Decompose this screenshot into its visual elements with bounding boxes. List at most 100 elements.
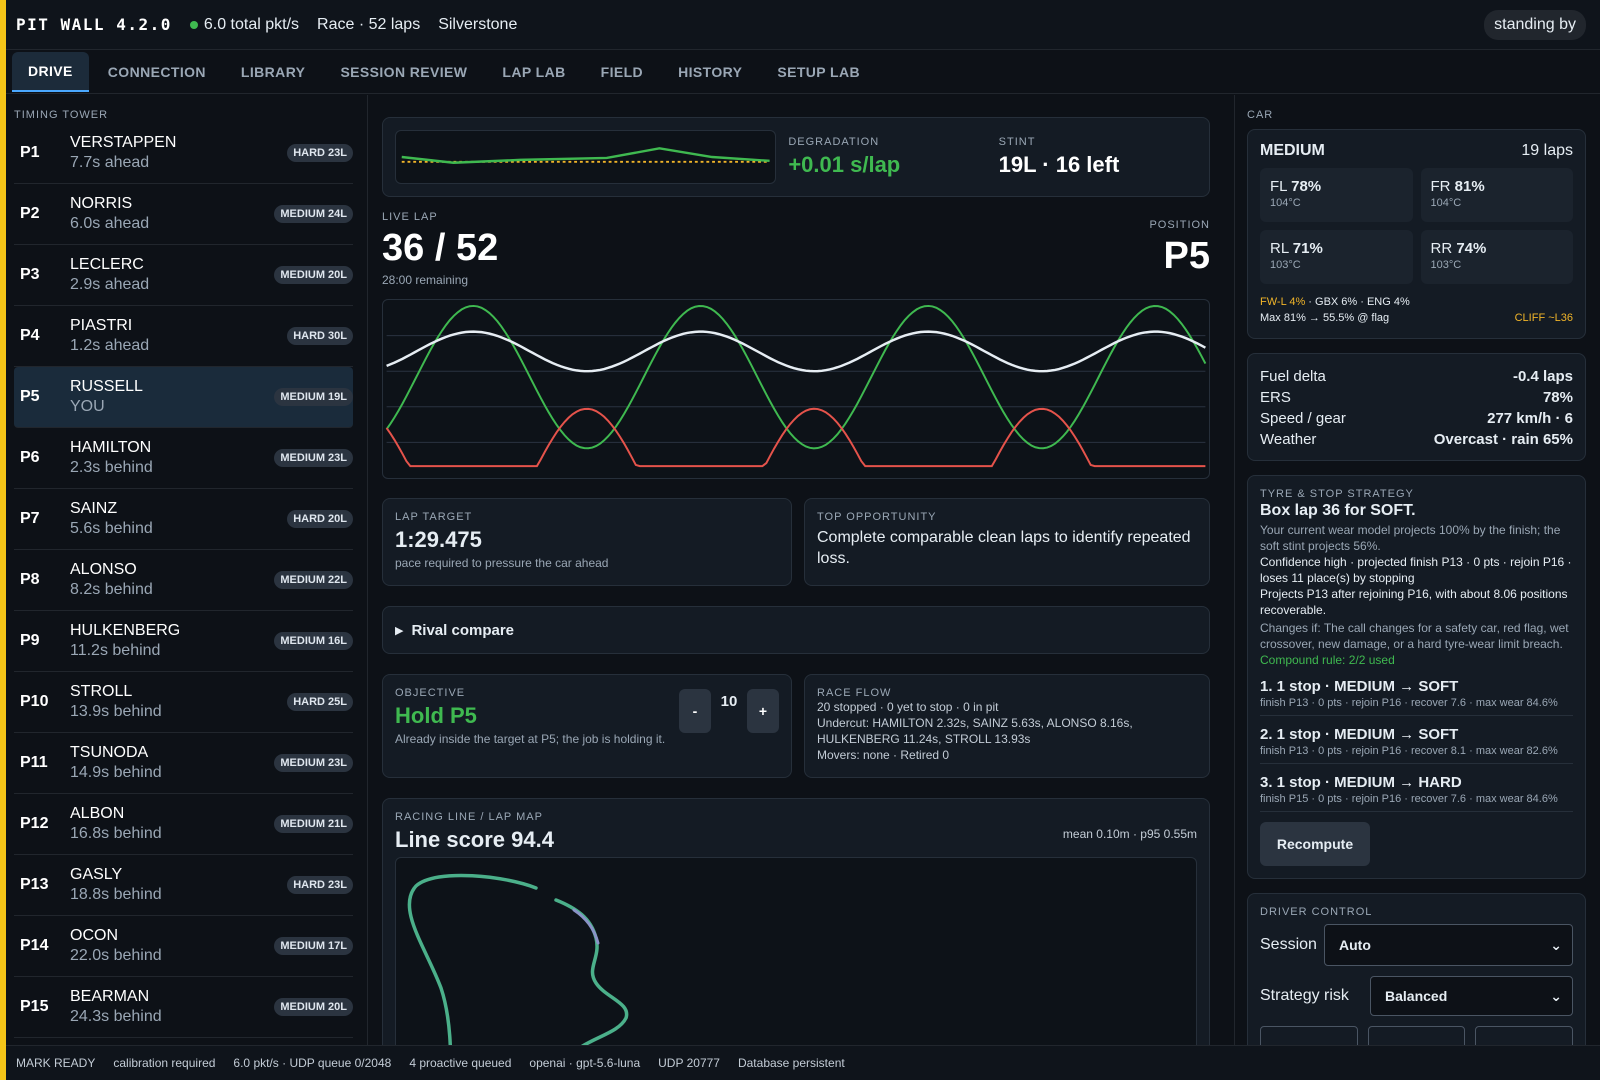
decrement-button[interactable]: -: [679, 689, 711, 733]
rival-compare-label: Rival compare: [411, 621, 515, 639]
race-flow-line: Undercut: HAMILTON 2.32s, SAINZ 5.63s, A…: [817, 716, 1133, 746]
timing-row[interactable]: P12 ALBON 16.8s behind MEDIUM 21L: [14, 794, 353, 855]
lap-target-value: 1:29.475: [395, 527, 482, 552]
timing-row[interactable]: P7 SAINZ 5.6s behind HARD 20L: [14, 489, 353, 550]
tyre-corner-name: FR: [1430, 178, 1451, 195]
tyre-corner: RL 71% 103°C: [1260, 230, 1413, 284]
tyre-badge: MEDIUM 17L: [274, 937, 353, 955]
timing-row[interactable]: P8 ALONSO 8.2s behind MEDIUM 22L: [14, 550, 353, 611]
objective-card: OBJECTIVE Hold P5 Already inside the tar…: [382, 674, 792, 778]
driver-control-label: DRIVER CONTROL: [1260, 906, 1373, 918]
tab-library[interactable]: LIBRARY: [225, 53, 322, 91]
info-key: ERS: [1260, 389, 1291, 406]
timing-row[interactable]: P13 GASLY 18.8s behind HARD 23L: [14, 855, 353, 916]
tab-field[interactable]: FIELD: [585, 53, 659, 91]
tab-history[interactable]: HISTORY: [662, 53, 758, 91]
tab-lap-lab[interactable]: LAP LAB: [486, 53, 581, 91]
strategy-option-title: 1. 1 stop · MEDIUM → SOFT: [1260, 678, 1459, 695]
driver-info: ALONSO 8.2s behind: [70, 561, 274, 599]
timing-row[interactable]: P14 OCON 22.0s behind MEDIUM 17L: [14, 916, 353, 977]
control-button[interactable]: [1367, 1026, 1466, 1045]
timing-row[interactable]: P1 VERSTAPPEN 7.7s ahead HARD 23L: [14, 123, 353, 184]
driver-info: VERSTAPPEN 7.7s ahead: [70, 134, 287, 172]
driver-info: OCON 22.0s behind: [70, 927, 274, 965]
driver-name: NORRIS: [70, 195, 133, 212]
timing-row[interactable]: P15 BEARMAN 24.3s behind MEDIUM 20L: [14, 977, 353, 1038]
tab-session-review[interactable]: SESSION REVIEW: [324, 53, 483, 91]
packet-rate: 6.0 total pkt/s: [189, 16, 299, 34]
top-opportunity-card: TOP OPPORTUNITY Complete comparable clea…: [804, 498, 1210, 586]
stint-block: STINT 19L · 16 left: [999, 136, 1197, 178]
degradation-block: DEGRADATION +0.01 s/lap: [788, 136, 986, 178]
live-lap-label: LIVE LAP: [382, 211, 438, 223]
top-bar: PIT WALL 4.2.0 6.0 total pkt/s Race · 52…: [6, 0, 1600, 50]
strategy-label: TYRE & STOP STRATEGY: [1260, 488, 1414, 500]
session-select-value: Auto: [1339, 937, 1371, 953]
race-flow-card: RACE FLOW 20 stopped · 0 yet to stop · 0…: [804, 674, 1210, 778]
timing-row[interactable]: P3 LECLERC 2.9s ahead MEDIUM 20L: [14, 245, 353, 306]
control-button[interactable]: [1260, 1026, 1358, 1045]
tyre-corner: FL 78% 104°C: [1260, 168, 1413, 222]
driver-position: P4: [20, 327, 40, 344]
driver-position: P1: [20, 144, 40, 161]
driver-name: HAMILTON: [70, 439, 152, 456]
increment-button[interactable]: +: [747, 689, 779, 733]
driver-gap: 1.2s ahead: [70, 337, 150, 354]
rival-compare-toggle[interactable]: ▶ Rival compare: [382, 606, 1210, 654]
strategy-risk-select[interactable]: Balanced ⌄: [1370, 976, 1573, 1016]
stint-label: STINT: [998, 136, 1036, 148]
strategy-options: 1. 1 stop · MEDIUM → SOFT finish P13 · 0 …: [1260, 678, 1573, 812]
strategy-option[interactable]: 2. 1 stop · MEDIUM → SOFT finish P13 · 0 …: [1260, 726, 1573, 764]
tyre-badge: HARD 20L: [287, 510, 353, 528]
risk-select-value: Balanced: [1385, 988, 1448, 1004]
timing-row[interactable]: P2 NORRIS 6.0s ahead MEDIUM 24L: [14, 184, 353, 245]
recompute-button[interactable]: Recompute: [1260, 822, 1370, 866]
tyre-badge: MEDIUM 20L: [274, 998, 353, 1016]
strategy-headline: Box lap 36 for SOFT.: [1260, 502, 1416, 519]
driver-gap: 2.3s behind: [70, 459, 153, 476]
driver-gap: 7.7s ahead: [70, 154, 150, 171]
timing-row[interactable]: P4 PIASTRI 1.2s ahead HARD 30L: [14, 306, 353, 367]
timing-row[interactable]: P5 RUSSELL YOU MEDIUM 19L: [14, 367, 353, 428]
info-key: Weather: [1260, 431, 1317, 448]
driver-info: PIASTRI 1.2s ahead: [70, 317, 287, 355]
tab-bar: DRIVE CONNECTION LIBRARY SESSION REVIEW …: [6, 50, 1600, 94]
tyre-compound: MEDIUM: [1260, 142, 1325, 159]
timing-row[interactable]: P11 TSUNODA 14.9s behind MEDIUM 23L: [14, 733, 353, 794]
info-key: Speed / gear: [1260, 410, 1346, 427]
tab-connection[interactable]: CONNECTION: [92, 53, 222, 91]
car-info-card: Fuel delta -0.4 laps ERS 78% Speed / gear 277…: [1247, 353, 1586, 461]
tab-drive[interactable]: DRIVE: [12, 51, 89, 92]
timing-row[interactable]: P10 STROLL 13.9s behind HARD 25L: [14, 672, 353, 733]
timing-row[interactable]: P6 HAMILTON 2.3s behind MEDIUM 23L: [14, 428, 353, 489]
tyre-badge: HARD 30L: [287, 327, 353, 345]
control-button[interactable]: [1475, 1026, 1574, 1045]
tyre-wear-line: FR 81%: [1431, 178, 1564, 195]
tab-setup-lab[interactable]: SETUP LAB: [761, 53, 876, 91]
tyre-wear-line: FL 78%: [1270, 178, 1403, 195]
driver-position: P13: [20, 876, 49, 893]
driver-gap: 16.8s behind: [70, 825, 162, 842]
driver-name: STROLL: [70, 683, 133, 700]
tyre-badge: HARD 25L: [287, 693, 353, 711]
session-select[interactable]: Auto ⌄: [1324, 924, 1573, 966]
timing-row[interactable]: P9 HULKENBERG 11.2s behind MEDIUM 16L: [14, 611, 353, 672]
status-item: openai · gpt-5.6-luna: [529, 1056, 641, 1070]
lap-target-note: pace required to pressure the car ahead: [395, 556, 609, 570]
driver-gap: 22.0s behind: [70, 947, 162, 964]
timing-tower-label: TIMING TOWER: [14, 109, 109, 121]
strategy-option[interactable]: 1. 1 stop · MEDIUM → SOFT finish P13 · 0 …: [1260, 678, 1573, 716]
position-label: POSITION: [1149, 219, 1210, 231]
strategy-option[interactable]: 3. 1 stop · MEDIUM → HARD finish P15 · 0 …: [1260, 774, 1573, 812]
race-info: Race · 52 laps: [317, 15, 421, 33]
driver-name: ALONSO: [70, 561, 137, 578]
status-dot-icon: [189, 20, 198, 29]
throttle-trace: [385, 304, 1207, 450]
racing-line-label: RACING LINE / LAP MAP: [395, 811, 543, 823]
control-buttons-row: [1260, 1026, 1574, 1045]
tyre-temp: 103°C: [1270, 259, 1301, 271]
tyre-badge: HARD 23L: [287, 144, 353, 162]
tyre-badge: MEDIUM 20L: [274, 266, 353, 284]
driver-name: LECLERC: [70, 256, 144, 273]
tyre-corner-name: RL: [1270, 240, 1289, 257]
